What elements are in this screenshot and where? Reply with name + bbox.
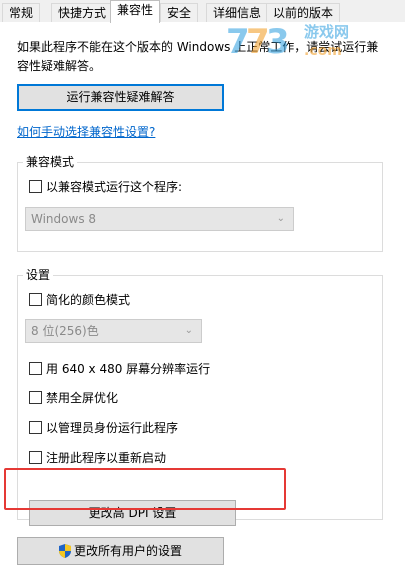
register-restart-label: 注册此程序以重新启动 xyxy=(46,451,167,465)
color-mode-value: 8 位(256)色 xyxy=(31,324,99,338)
disable-fullscreen-label: 禁用全屏优化 xyxy=(46,391,119,405)
checkbox-box[interactable] xyxy=(29,362,42,375)
compat-mode-group: 兼容模式 以兼容模式运行这个程序: Windows 8 ⌄ xyxy=(17,154,383,252)
watermark-logo: 7 7 3 游戏网 .com xyxy=(226,22,349,61)
compat-mode-label: 以兼容模式运行这个程序: xyxy=(46,180,183,194)
checkbox-box[interactable] xyxy=(29,391,42,404)
reduced-color-label: 简化的颜色模式 xyxy=(46,293,131,307)
run-admin-label: 以管理员身份运行此程序 xyxy=(46,421,179,435)
settings-title: 设置 xyxy=(23,267,54,283)
checkbox-box[interactable] xyxy=(29,421,42,434)
tab-compatibility[interactable]: 兼容性 xyxy=(110,0,161,23)
color-mode-select[interactable]: 8 位(256)色 ⌄ xyxy=(25,319,202,343)
run-troubleshooter-button[interactable]: 运行兼容性疑难解答 xyxy=(17,84,224,111)
change-all-users-label: 更改所有用户的设置 xyxy=(73,544,182,558)
chevron-down-icon: ⌄ xyxy=(184,325,193,336)
checkbox-box[interactable] xyxy=(29,293,42,306)
tab-shortcut[interactable]: 快捷方式 xyxy=(51,3,114,22)
tab-general[interactable]: 常规 xyxy=(2,3,41,22)
manual-settings-link[interactable]: 如何手动选择兼容性设置? xyxy=(17,123,155,140)
checkbox-box[interactable] xyxy=(29,451,42,464)
shield-icon xyxy=(58,544,71,558)
svg-text:游戏网: 游戏网 xyxy=(304,23,349,41)
red-highlight-box xyxy=(4,468,286,510)
register-restart-checkbox[interactable]: 注册此程序以重新启动 xyxy=(29,450,166,466)
disable-fullscreen-checkbox[interactable]: 禁用全屏优化 xyxy=(29,390,118,406)
svg-text:.com: .com xyxy=(304,43,342,59)
change-all-users-button[interactable]: 更改所有用户的设置 xyxy=(17,537,224,565)
checkbox-box[interactable] xyxy=(29,180,42,193)
compat-mode-checkbox[interactable]: 以兼容模式运行这个程序: xyxy=(29,179,182,195)
compat-os-value: Windows 8 xyxy=(31,212,97,226)
res640-checkbox[interactable]: 用 640 x 480 屏幕分辨率运行 xyxy=(29,361,210,377)
res640-label: 用 640 x 480 屏幕分辨率运行 xyxy=(46,362,211,376)
chevron-down-icon: ⌄ xyxy=(276,213,285,224)
tab-security[interactable]: 安全 xyxy=(160,3,199,22)
svg-text:3: 3 xyxy=(266,22,290,61)
compat-os-select[interactable]: Windows 8 ⌄ xyxy=(25,207,294,231)
run-admin-checkbox[interactable]: 以管理员身份运行此程序 xyxy=(29,420,178,436)
reduced-color-checkbox[interactable]: 简化的颜色模式 xyxy=(29,292,130,308)
compat-mode-title: 兼容模式 xyxy=(23,154,78,170)
